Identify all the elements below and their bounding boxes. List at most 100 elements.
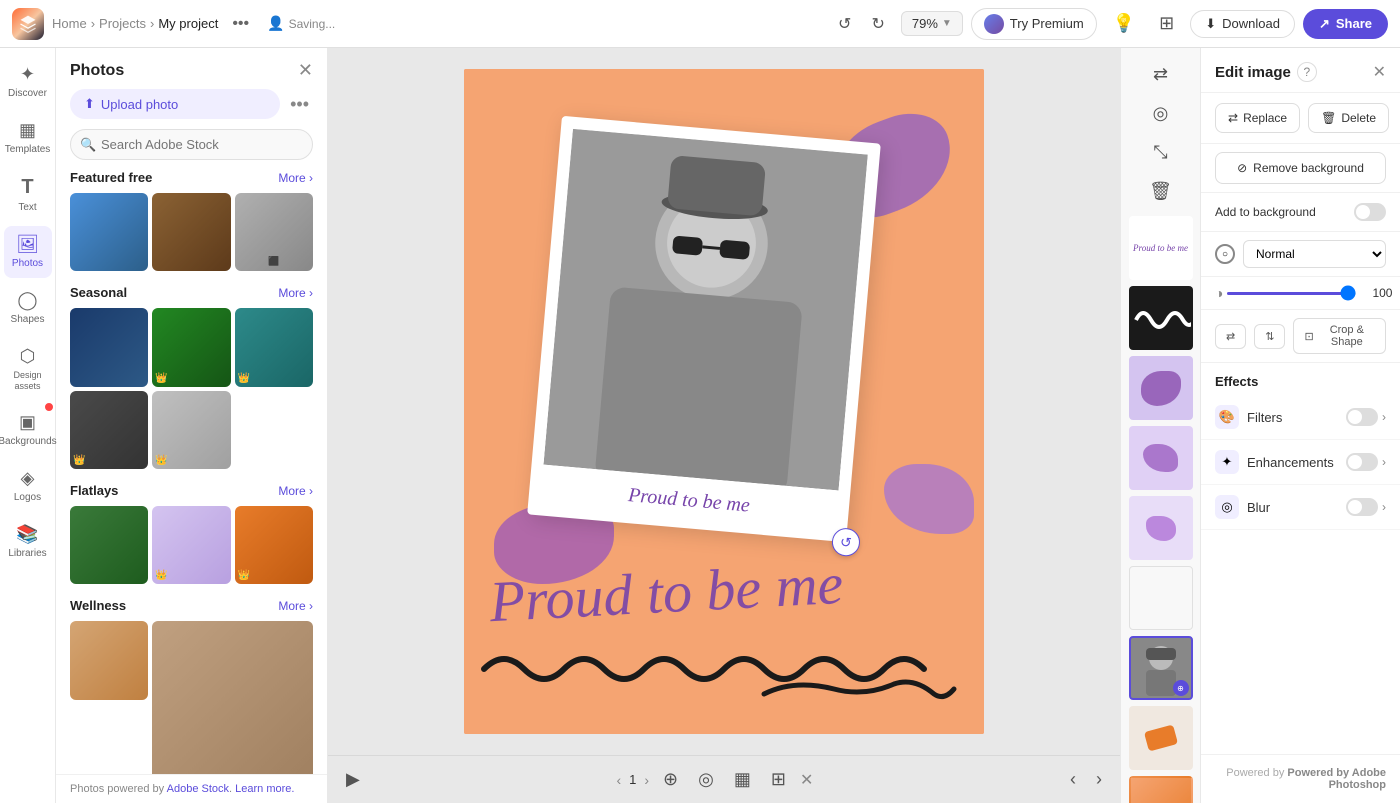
- blend-mode-select[interactable]: Normal Multiply Screen Overlay: [1243, 240, 1386, 268]
- redo-button[interactable]: ↻: [863, 8, 892, 40]
- bottom-bar-center: ‹ 1 › ⊕ ◎ ▦ ⊞ ✕: [616, 763, 813, 796]
- app-logo[interactable]: [12, 8, 44, 40]
- panel-close-button[interactable]: ✕: [298, 60, 313, 81]
- canvas-wrapper: Proud to be me ↺ Proud to be me: [464, 69, 984, 734]
- focus-button[interactable]: ◎: [1145, 95, 1177, 132]
- photo-thumb[interactable]: 👑: [235, 308, 313, 386]
- photo-thumb[interactable]: 👑: [70, 391, 148, 469]
- help-button[interactable]: ?: [1297, 62, 1317, 82]
- layer-thumb-purple2[interactable]: [1129, 426, 1193, 490]
- crop-shape-button[interactable]: ⊡ Crop & Shape: [1293, 318, 1386, 354]
- sidebar-item-libraries[interactable]: 📚 Libraries: [4, 516, 52, 568]
- lightbulb-icon-button[interactable]: 💡: [1105, 7, 1143, 40]
- main-content: ✦ Discover ▦ Templates T Text 🖼 Photos ◯…: [0, 48, 1400, 803]
- design-canvas[interactable]: Proud to be me ↺ Proud to be me: [464, 69, 984, 734]
- effects-header: Effects: [1201, 363, 1400, 395]
- flip-h-icon: ⇄: [1226, 330, 1235, 343]
- grid-icon-button[interactable]: ⊞: [1151, 7, 1182, 40]
- flip-v-icon: ⇅: [1265, 330, 1274, 343]
- enhancements-expand-icon[interactable]: ›: [1382, 455, 1386, 469]
- blur-expand-icon[interactable]: ›: [1382, 500, 1386, 514]
- replace-button[interactable]: ⇄ Replace: [1215, 103, 1300, 133]
- layer-thumb-bg[interactable]: [1129, 776, 1193, 803]
- panel-options-button[interactable]: •••: [286, 90, 313, 119]
- panel-close-bottom[interactable]: ✕: [800, 770, 813, 790]
- photo-thumb[interactable]: [70, 506, 148, 584]
- learn-more-link[interactable]: Learn more.: [235, 783, 294, 795]
- sidebar-item-photos[interactable]: 🖼 Photos: [4, 226, 52, 278]
- prev-layer-button[interactable]: ‹: [1064, 763, 1082, 796]
- layer-thumb-orange[interactable]: [1129, 706, 1193, 770]
- breadcrumb-current[interactable]: My project: [158, 16, 218, 31]
- logos-icon: ◈: [21, 468, 35, 489]
- flip-vertical-btn[interactable]: ⇅: [1254, 324, 1285, 349]
- layout-button[interactable]: ▦: [728, 763, 757, 796]
- effects-title: Effects: [1215, 374, 1258, 389]
- add-to-background-row: Add to background: [1201, 193, 1400, 232]
- photo-thumb[interactable]: [70, 193, 148, 271]
- canvas-content[interactable]: Proud to be me ↺ Proud to be me: [328, 48, 1120, 755]
- layer-thumb-purple1[interactable]: [1129, 356, 1193, 420]
- delete-layer-button[interactable]: 🗑: [1141, 173, 1180, 210]
- photo-thumb[interactable]: [152, 193, 230, 271]
- adobe-stock-link[interactable]: Adobe Stock: [167, 783, 229, 795]
- flip-horizontal-button[interactable]: ⇄: [1145, 56, 1176, 93]
- layer-thumb-person[interactable]: ⊕: [1129, 636, 1193, 700]
- photo-thumb[interactable]: 👑: [235, 506, 313, 584]
- breadcrumb-more-button[interactable]: •••: [226, 11, 255, 37]
- upload-photo-button[interactable]: ⬆ Upload photo: [70, 89, 280, 119]
- breadcrumb-home[interactable]: Home: [52, 16, 87, 31]
- sidebar-item-templates[interactable]: ▦ Templates: [4, 112, 52, 164]
- zoom-button[interactable]: 79% ▼: [901, 11, 963, 36]
- layer-thumb-scribble[interactable]: [1129, 286, 1193, 350]
- sidebar-item-logos[interactable]: ◈ Logos: [4, 460, 52, 512]
- remove-background-button[interactable]: ⊘ Remove background: [1215, 152, 1386, 184]
- photo-thumb[interactable]: 👑: [152, 391, 230, 469]
- polaroid-element[interactable]: Proud to be me ↺: [527, 116, 881, 542]
- filters-expand-icon[interactable]: ›: [1382, 410, 1386, 424]
- section-more-seasonal[interactable]: More ›: [278, 286, 313, 300]
- blend-mode-row: ○ Normal Multiply Screen Overlay: [1201, 232, 1400, 277]
- sidebar-item-design-assets[interactable]: ⬡ Design assets: [4, 338, 52, 400]
- grid-view-button[interactable]: ⊞: [765, 763, 792, 796]
- section-more-featured[interactable]: More ›: [278, 171, 313, 185]
- canvas-area: Proud to be me ↺ Proud to be me: [328, 48, 1120, 803]
- sidebar-item-backgrounds[interactable]: ▣ Backgrounds: [4, 404, 52, 456]
- sidebar-item-text[interactable]: T Text: [4, 168, 52, 222]
- next-layer-button[interactable]: ›: [1090, 763, 1108, 796]
- try-premium-button[interactable]: Try Premium: [971, 8, 1097, 40]
- layer-thumb-text[interactable]: Proud to be me: [1129, 216, 1193, 280]
- animation-button[interactable]: ◎: [692, 763, 720, 796]
- breadcrumb-projects[interactable]: Projects: [99, 16, 146, 31]
- photo-thumb[interactable]: [152, 621, 313, 774]
- download-button[interactable]: ⬇ Download: [1190, 10, 1295, 38]
- photo-thumb[interactable]: ⬛: [235, 193, 313, 271]
- photo-thumb[interactable]: 👑: [152, 308, 230, 386]
- layer-thumb-white[interactable]: [1129, 566, 1193, 630]
- page-next-button[interactable]: ›: [644, 772, 649, 788]
- opacity-slider[interactable]: [1227, 292, 1356, 295]
- blur-toggle[interactable]: [1346, 498, 1378, 516]
- play-button[interactable]: ▶: [340, 763, 366, 796]
- section-more-wellness[interactable]: More ›: [278, 599, 313, 613]
- photo-thumb[interactable]: [70, 308, 148, 386]
- photo-thumb[interactable]: [70, 621, 148, 699]
- page-prev-button[interactable]: ‹: [616, 772, 621, 788]
- filters-toggle[interactable]: [1346, 408, 1378, 426]
- layer-thumb-purple3[interactable]: [1129, 496, 1193, 560]
- sidebar-item-shapes[interactable]: ◯ Shapes: [4, 282, 52, 334]
- enhancements-toggle[interactable]: [1346, 453, 1378, 471]
- resize-button[interactable]: ⤡: [1145, 134, 1175, 171]
- edit-panel-close-button[interactable]: ✕: [1373, 62, 1386, 82]
- sidebar-item-discover[interactable]: ✦ Discover: [4, 56, 52, 108]
- blur-label: Blur: [1247, 500, 1270, 515]
- add-to-bg-toggle[interactable]: [1354, 203, 1386, 221]
- photo-thumb[interactable]: 👑: [152, 506, 230, 584]
- search-input[interactable]: [70, 129, 313, 160]
- flip-horizontal-btn[interactable]: ⇄: [1215, 324, 1246, 349]
- add-page-button[interactable]: ⊕: [657, 763, 684, 796]
- section-more-flatlays[interactable]: More ›: [278, 484, 313, 498]
- undo-button[interactable]: ↺: [830, 8, 859, 40]
- delete-button[interactable]: 🗑 Delete: [1308, 103, 1389, 133]
- share-button[interactable]: ↗ Share: [1303, 9, 1388, 39]
